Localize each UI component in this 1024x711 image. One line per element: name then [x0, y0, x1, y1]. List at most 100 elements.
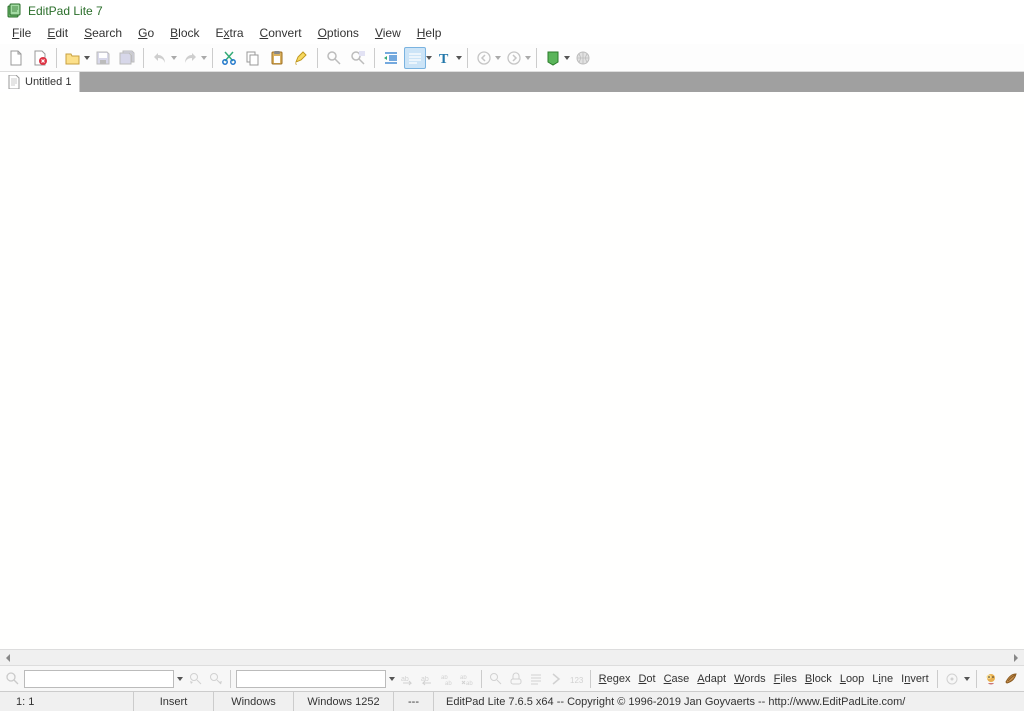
search-adapt-toggle[interactable]: Adapt — [694, 671, 729, 687]
status-insert-mode[interactable]: Insert — [134, 692, 214, 711]
web-button[interactable] — [572, 47, 594, 69]
search-invert-toggle[interactable]: Invert — [898, 671, 932, 687]
search-dot-toggle[interactable]: Dot — [635, 671, 658, 687]
replace-button-1[interactable]: ab — [398, 669, 416, 689]
save-button[interactable] — [92, 47, 114, 69]
nav-back-dropdown[interactable] — [494, 47, 502, 69]
fold-button[interactable] — [547, 669, 565, 689]
menu-bar: File Edit Search Go Block Extra Convert … — [0, 22, 1024, 44]
menu-edit[interactable]: Edit — [39, 24, 76, 42]
search-history-dropdown[interactable] — [176, 677, 185, 681]
nav-forward-button[interactable] — [503, 47, 525, 69]
new-file-button[interactable] — [5, 47, 27, 69]
highlight-button[interactable] — [290, 47, 312, 69]
find-button[interactable] — [323, 47, 345, 69]
toolbar-separator — [374, 48, 375, 68]
search-options-button[interactable] — [943, 669, 961, 689]
toolbar-separator — [317, 48, 318, 68]
redo-button[interactable] — [179, 47, 201, 69]
document-icon — [8, 75, 20, 89]
toolbar-separator — [143, 48, 144, 68]
highlight-matches-button[interactable] — [487, 669, 505, 689]
open-file-button[interactable] — [62, 47, 84, 69]
count-button[interactable]: 123 — [567, 669, 585, 689]
app-icon — [6, 3, 22, 19]
find-prev-button[interactable] — [187, 669, 205, 689]
menu-go[interactable]: Go — [130, 24, 162, 42]
menu-search[interactable]: Search — [76, 24, 130, 42]
open-file-dropdown[interactable] — [83, 47, 91, 69]
replace-button-3[interactable]: abab — [438, 669, 456, 689]
nav-forward-dropdown[interactable] — [524, 47, 532, 69]
search-favorites-button[interactable] — [982, 669, 1000, 689]
status-bom[interactable]: --- — [394, 692, 434, 711]
window-title: EditPad Lite 7 — [28, 4, 103, 18]
menu-view[interactable]: View — [367, 24, 409, 42]
search-separator — [481, 670, 482, 688]
search-case-toggle[interactable]: Case — [661, 671, 693, 687]
help-dropdown[interactable] — [563, 47, 571, 69]
search-loop-toggle[interactable]: Loop — [837, 671, 867, 687]
scroll-right-icon[interactable] — [1008, 650, 1024, 665]
svg-text:T: T — [439, 52, 449, 66]
status-info: EditPad Lite 7.6.5 x64 -- Copyright © 19… — [434, 692, 1020, 711]
main-toolbar: T — [0, 44, 1024, 72]
list-matches-button[interactable] — [527, 669, 545, 689]
search-line-toggle[interactable]: Line — [869, 671, 896, 687]
paste-button[interactable] — [266, 47, 288, 69]
redo-dropdown[interactable] — [200, 47, 208, 69]
status-position[interactable]: 1: 1 — [4, 692, 134, 711]
word-wrap-button[interactable] — [404, 47, 426, 69]
help-button[interactable] — [542, 47, 564, 69]
horizontal-scrollbar[interactable] — [0, 649, 1024, 665]
title-bar: EditPad Lite 7 — [0, 0, 1024, 22]
tab-untitled-1[interactable]: Untitled 1 — [0, 72, 80, 92]
word-wrap-dropdown[interactable] — [425, 47, 433, 69]
scroll-left-icon[interactable] — [0, 650, 16, 665]
font-dropdown[interactable] — [455, 47, 463, 69]
search-magnifier-icon[interactable] — [4, 669, 22, 689]
menu-extra[interactable]: Extra — [208, 24, 252, 42]
menu-block[interactable]: Block — [162, 24, 207, 42]
text-editor[interactable] — [0, 92, 1024, 649]
indent-button[interactable] — [380, 47, 402, 69]
replace-history-dropdown[interactable] — [388, 677, 397, 681]
undo-dropdown[interactable] — [170, 47, 178, 69]
search-options-dropdown[interactable] — [962, 677, 971, 681]
find-replace-button[interactable] — [347, 47, 369, 69]
toolbar-separator — [467, 48, 468, 68]
search-separator — [937, 670, 938, 688]
search-close-button[interactable] — [1002, 669, 1020, 689]
cut-button[interactable] — [218, 47, 240, 69]
search-files-toggle[interactable]: Files — [771, 671, 800, 687]
save-all-button[interactable] — [116, 47, 138, 69]
tab-label: Untitled 1 — [25, 76, 71, 88]
find-next-button[interactable] — [207, 669, 225, 689]
toolbar-separator — [212, 48, 213, 68]
menu-help[interactable]: Help — [409, 24, 450, 42]
close-file-button[interactable] — [29, 47, 51, 69]
svg-text:ab: ab — [401, 676, 409, 683]
svg-text:ab: ab — [445, 681, 452, 686]
svg-text:ab: ab — [466, 681, 473, 686]
status-linebreak[interactable]: Windows — [214, 692, 294, 711]
menu-options[interactable]: Options — [310, 24, 367, 42]
copy-button[interactable] — [242, 47, 264, 69]
search-toolbar: ab ab abab abab 123 Regex Dot Case Adapt… — [0, 665, 1024, 691]
nav-back-button[interactable] — [473, 47, 495, 69]
undo-button[interactable] — [149, 47, 171, 69]
search-input[interactable] — [24, 670, 174, 688]
count-matches-button[interactable] — [507, 669, 525, 689]
search-regex-toggle[interactable]: Regex — [596, 671, 634, 687]
menu-convert[interactable]: Convert — [252, 24, 310, 42]
font-button[interactable]: T — [434, 47, 456, 69]
replace-input[interactable] — [236, 670, 386, 688]
replace-button-2[interactable]: ab — [418, 669, 436, 689]
replace-all-button[interactable]: abab — [458, 669, 476, 689]
search-words-toggle[interactable]: Words — [731, 671, 769, 687]
menu-file[interactable]: File — [4, 24, 39, 42]
search-block-toggle[interactable]: Block — [802, 671, 835, 687]
search-separator — [230, 670, 231, 688]
status-encoding[interactable]: Windows 1252 — [294, 692, 394, 711]
tab-bar: Untitled 1 — [0, 72, 1024, 92]
